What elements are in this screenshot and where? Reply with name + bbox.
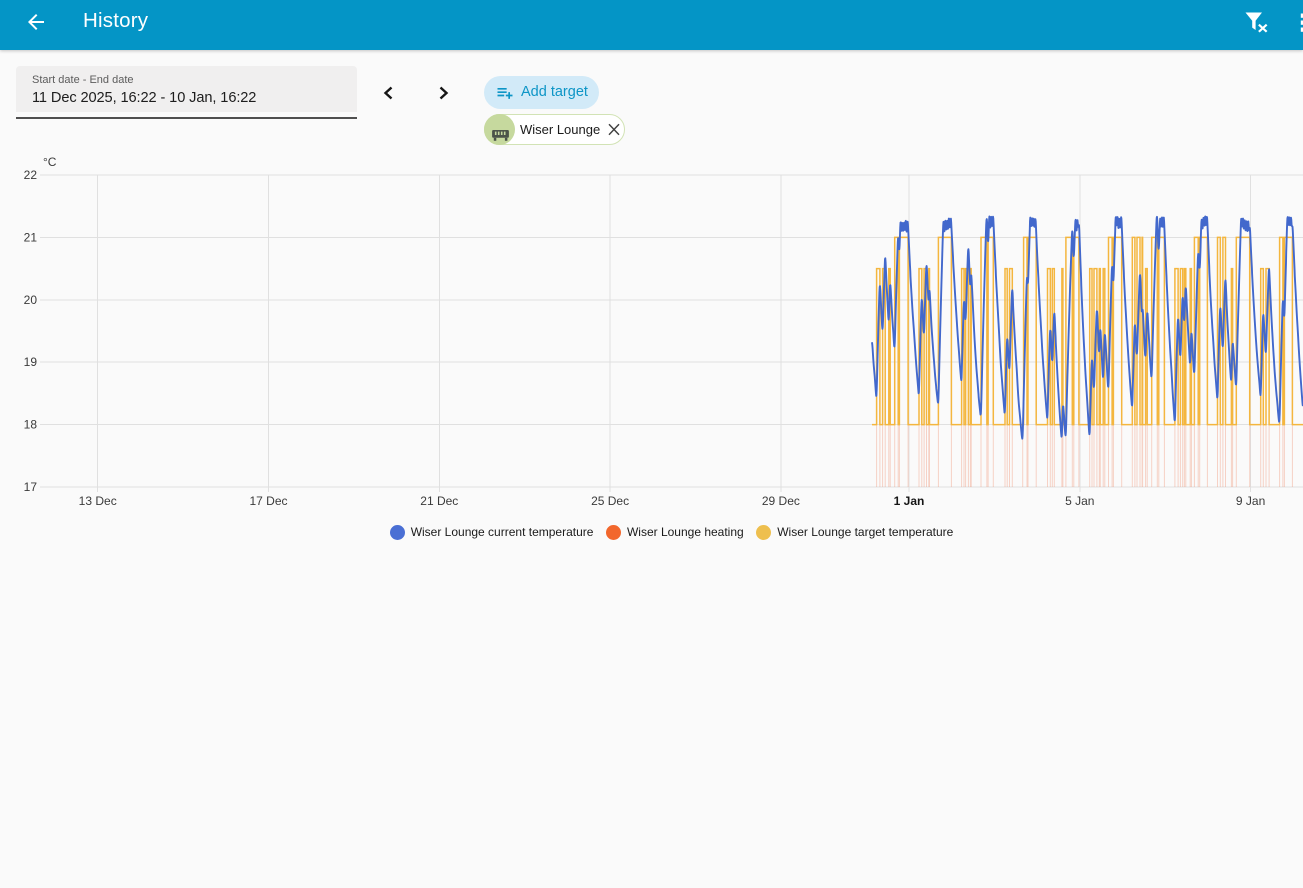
- svg-text:1 Jan: 1 Jan: [894, 494, 925, 508]
- svg-text:°C: °C: [43, 155, 57, 169]
- svg-text:13 Dec: 13 Dec: [79, 494, 117, 508]
- svg-text:19: 19: [24, 355, 38, 369]
- svg-text:29 Dec: 29 Dec: [762, 494, 800, 508]
- svg-text:21 Dec: 21 Dec: [420, 494, 458, 508]
- svg-text:20: 20: [24, 293, 38, 307]
- svg-text:21: 21: [24, 230, 38, 244]
- svg-text:17 Dec: 17 Dec: [249, 494, 287, 508]
- svg-text:9 Jan: 9 Jan: [1236, 494, 1265, 508]
- svg-text:18: 18: [24, 418, 38, 432]
- svg-text:5 Jan: 5 Jan: [1065, 494, 1094, 508]
- svg-text:25 Dec: 25 Dec: [591, 494, 629, 508]
- svg-text:17: 17: [24, 480, 38, 494]
- svg-text:22: 22: [24, 168, 38, 182]
